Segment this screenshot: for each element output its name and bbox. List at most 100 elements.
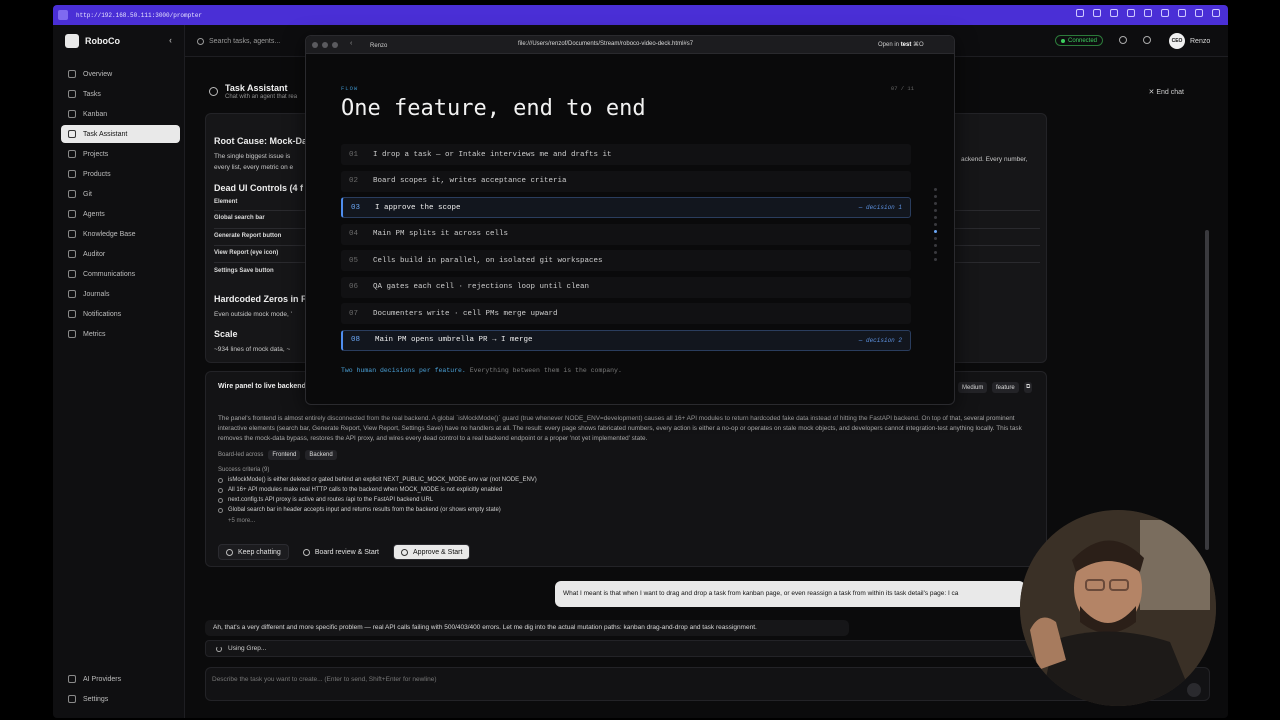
dead-controls-heading: Dead UI Controls (4 f (214, 183, 304, 193)
slide-dot[interactable] (934, 202, 937, 205)
sidebar-item-projects[interactable]: Projects (61, 145, 180, 163)
table-row: Generate Report button (214, 233, 282, 239)
sidebar-bottom: AI Providers Settings (53, 668, 185, 710)
sidebar-item-tasks[interactable]: Tasks (61, 85, 180, 103)
approve-start-label: Approve & Start (413, 548, 463, 556)
window-zoom-icon[interactable] (332, 42, 338, 48)
step-text: I approve the scope (375, 203, 461, 212)
sidebar-item-label: Task Assistant (83, 130, 128, 138)
slide-dot[interactable] (934, 216, 937, 219)
slide-dot[interactable] (934, 251, 937, 254)
link-icon[interactable] (1076, 9, 1084, 17)
sidebar-item-metrics[interactable]: Metrics (61, 325, 180, 343)
user-menu[interactable]: CEO Renzo (1169, 33, 1210, 49)
sidebar-item-task-assistant[interactable]: Task Assistant (61, 125, 180, 143)
page-title: Task Assistant (225, 83, 288, 93)
send-button[interactable] (1187, 683, 1201, 697)
collapse-sidebar-icon[interactable]: ‹ (169, 35, 172, 45)
copy-icon[interactable]: ⧉ (1024, 382, 1033, 393)
slide-dot[interactable] (934, 195, 937, 198)
end-chat-button[interactable]: ✕ End chat (1149, 88, 1184, 96)
criteria-item: isMockMode() is either deleted or gated … (218, 477, 537, 483)
show-more-link[interactable]: +5 more... (228, 518, 255, 524)
sidebar: RoboCo ‹ Overview Tasks Kanban Task Assi… (53, 25, 185, 718)
overlay-url[interactable]: file:///Users/renzof/Documents/Stream/ro… (518, 41, 693, 47)
slide-dot[interactable] (934, 244, 937, 247)
step-text: Main PM opens umbrella PR → I merge (375, 336, 533, 344)
board-led-row: Board-led across Frontend Backend (218, 450, 337, 460)
step-number: 04 (349, 230, 359, 238)
theme-toggle-icon[interactable] (1119, 36, 1127, 44)
kanban-icon (68, 110, 76, 118)
table-header-element: Element (214, 199, 238, 205)
scale-heading: Scale (214, 329, 238, 339)
circle-icon (218, 477, 223, 483)
settings-icon[interactable] (1144, 9, 1152, 17)
panel-icon[interactable] (1127, 9, 1135, 17)
bell-icon[interactable] (1143, 36, 1151, 44)
board-review-button[interactable]: Board review & Start (295, 544, 387, 560)
chat-icon (68, 270, 76, 278)
sidebar-item-settings[interactable]: Settings (61, 690, 181, 708)
task-title: Wire panel to live backend (218, 383, 306, 390)
user-name: Renzo (1190, 37, 1211, 45)
sidebar-item-auditor[interactable]: Auditor (61, 245, 180, 263)
camera-icon[interactable] (1110, 9, 1118, 17)
sidebar-item-communications[interactable]: Communications (61, 265, 180, 283)
open-in-button[interactable]: Open in test ⌘O (878, 41, 924, 48)
sidebar-item-notifications[interactable]: Notifications (61, 305, 180, 323)
flow-step-decision: 03 I approve the scope — decision 1 (341, 197, 911, 218)
hardcoded-zeros-heading: Hardcoded Zeros in F (214, 294, 307, 304)
slide-progress-dots (934, 188, 938, 265)
task-actions: Keep chatting Board review & Start Appro… (218, 544, 471, 560)
sidebar-item-label: Overview (83, 70, 113, 78)
agents-icon (68, 210, 76, 218)
sidebar-toggle-icon[interactable] (1212, 9, 1220, 17)
criteria-text: next.config.ts API proxy is active and r… (228, 497, 434, 503)
sidebar-item-products[interactable]: Products (61, 165, 180, 183)
slide-dot[interactable] (934, 209, 937, 212)
slide-dot-active[interactable] (934, 230, 937, 233)
sidebar-item-agents[interactable]: Agents (61, 205, 180, 223)
sidebar-item-knowledge-base[interactable]: Knowledge Base (61, 225, 180, 243)
step-number: 05 (349, 256, 359, 265)
overlay-tab-label: Renzo (370, 42, 388, 49)
sidebar-item-label: Communications (83, 270, 136, 278)
back-icon[interactable]: ‹ (350, 40, 352, 47)
step-number: 07 (349, 309, 359, 318)
success-criteria-label: Success criteria (9) (218, 467, 270, 473)
root-cause-text: The single biggest issue is (214, 153, 291, 160)
slide-dot[interactable] (934, 258, 937, 261)
slide-dot[interactable] (934, 223, 937, 226)
brand[interactable]: RoboCo ‹ (53, 25, 184, 57)
tool-status-label: Using Grep... (228, 645, 267, 652)
window-close-icon[interactable] (312, 42, 318, 48)
sidebar-item-overview[interactable]: Overview (61, 65, 180, 83)
status-dot-icon (1061, 38, 1065, 43)
keep-chatting-button[interactable]: Keep chatting (218, 544, 289, 560)
search-placeholder: Search tasks, agents... (209, 37, 281, 45)
sidebar-item-ai-providers[interactable]: AI Providers (61, 670, 181, 688)
tool-status: Using Grep... (205, 640, 1047, 657)
split-icon[interactable] (1195, 9, 1203, 17)
overlay-tab[interactable]: Renzo (366, 40, 486, 51)
extension-icon[interactable] (1161, 9, 1169, 17)
search-input[interactable]: Search tasks, agents... (197, 33, 317, 49)
slide-dot[interactable] (934, 188, 937, 191)
sidebar-item-label: Knowledge Base (83, 230, 136, 238)
approve-start-button[interactable]: Approve & Start (393, 544, 471, 560)
scale-text: ~934 lines of mock data, ~ (214, 346, 291, 353)
slide-dot[interactable] (934, 237, 937, 240)
url-text[interactable]: http://192.168.50.111:3000/prompter (76, 12, 202, 19)
webcam-overlay (1020, 510, 1216, 706)
criteria-item: All 16+ API modules make real HTTP calls… (218, 487, 502, 493)
dashboard-icon (68, 70, 76, 78)
sidebar-item-journals[interactable]: Journals (61, 285, 180, 303)
screenshot-icon[interactable] (1093, 9, 1101, 17)
window-minimize-icon[interactable] (322, 42, 328, 48)
scrollbar-thumb[interactable] (1205, 230, 1209, 550)
sidebar-item-git[interactable]: Git (61, 185, 180, 203)
code-icon[interactable] (1178, 9, 1186, 17)
connection-status-label: Connected (1068, 37, 1098, 44)
sidebar-item-kanban[interactable]: Kanban (61, 105, 180, 123)
